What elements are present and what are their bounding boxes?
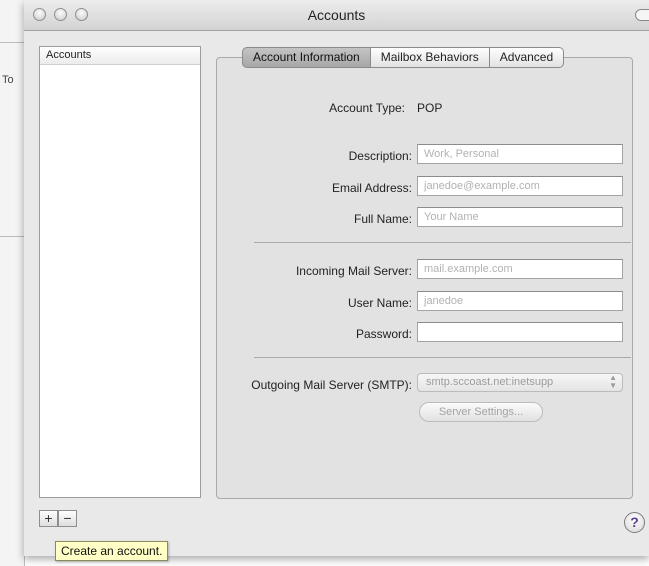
- accounts-list-header: Accounts: [40, 47, 200, 65]
- full-name-field[interactable]: Your Name: [417, 207, 623, 227]
- account-type-label: Account Type:: [329, 101, 405, 115]
- outgoing-mail-server-value: smtp.sccoast.net:inetsupp: [426, 376, 554, 388]
- tooltip: Create an account.: [55, 541, 169, 561]
- help-button[interactable]: ?: [624, 512, 645, 533]
- outgoing-mail-server-label: Outgoing Mail Server (SMTP):: [251, 378, 412, 392]
- accounts-list[interactable]: Accounts: [39, 46, 201, 498]
- account-type-value: POP: [417, 101, 443, 115]
- server-settings-button[interactable]: Server Settings...: [419, 402, 543, 422]
- accounts-window: Accounts Accounts + − Account Informatio…: [24, 0, 649, 556]
- email-address-field[interactable]: janedoe@example.com: [417, 176, 623, 196]
- password-label: Password:: [355, 327, 412, 341]
- description-field[interactable]: Work, Personal: [417, 144, 623, 164]
- background-text-fragment: To: [2, 74, 14, 86]
- user-name-label: User Name:: [347, 296, 412, 310]
- incoming-mail-server-field[interactable]: mail.example.com: [417, 259, 623, 279]
- popup-arrows-icon: ▲ ▼: [609, 373, 617, 390]
- toolbar-toggle-button[interactable]: [635, 9, 649, 21]
- incoming-mail-server-label: Incoming Mail Server:: [295, 264, 412, 278]
- tab-mailbox-behaviors[interactable]: Mailbox Behaviors: [370, 47, 490, 68]
- description-label: Description:: [348, 149, 412, 163]
- tab-bar: Account Information Mailbox Behaviors Ad…: [242, 47, 565, 68]
- full-name-label: Full Name:: [353, 212, 412, 226]
- add-account-button[interactable]: +: [39, 510, 58, 527]
- background-divider: [0, 236, 24, 237]
- email-address-label: Email Address:: [331, 181, 412, 195]
- window-title: Accounts: [307, 7, 366, 23]
- outgoing-mail-server-popup[interactable]: smtp.sccoast.net:inetsupp ▲ ▼: [417, 373, 623, 392]
- remove-account-button[interactable]: −: [58, 510, 77, 527]
- password-field[interactable]: [417, 322, 623, 342]
- section-divider: [254, 242, 631, 243]
- tab-account-information[interactable]: Account Information: [242, 47, 371, 68]
- tab-advanced[interactable]: Advanced: [489, 47, 565, 68]
- user-name-field[interactable]: janedoe: [417, 291, 623, 311]
- background-window: To: [0, 0, 25, 566]
- section-divider: [254, 357, 631, 358]
- title-bar[interactable]: Accounts: [24, 0, 649, 31]
- background-divider: [0, 42, 24, 43]
